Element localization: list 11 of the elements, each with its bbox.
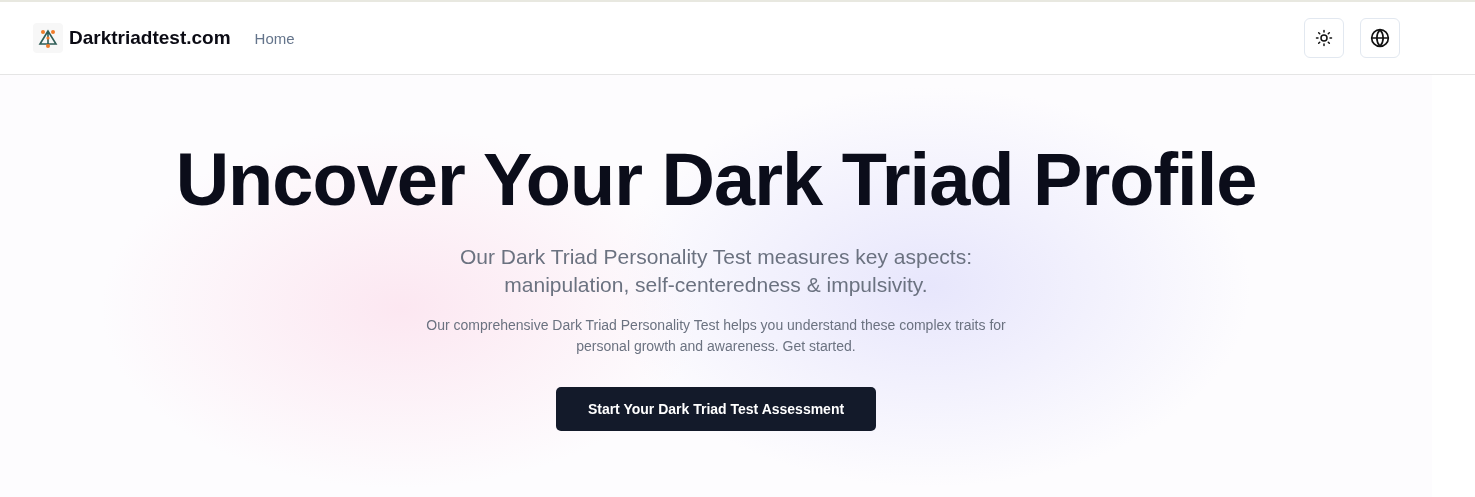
logo-icon[interactable]	[33, 23, 63, 53]
globe-icon	[1370, 28, 1390, 48]
hero-subtitle: Our Dark Triad Personality Test measures key aspects: manipulation, self-centeredness & impulsivity.	[460, 244, 972, 298]
brand-name[interactable]: Darktriadtest.com	[69, 27, 231, 49]
theme-toggle-button[interactable]	[1304, 18, 1344, 58]
language-button[interactable]	[1360, 18, 1400, 58]
hero-title: Uncover Your Dark Triad Profile	[175, 137, 1257, 223]
sun-icon	[1315, 29, 1333, 47]
start-test-button[interactable]: Start Your Dark Triad Test Assessment	[555, 387, 877, 431]
hero-description: Our comprehensive Dark Triad Personality Test helps you understand these complex traits for personal growth and awareness. Get started.	[426, 316, 1006, 356]
nav-link[interactable]: Home	[254, 29, 295, 47]
